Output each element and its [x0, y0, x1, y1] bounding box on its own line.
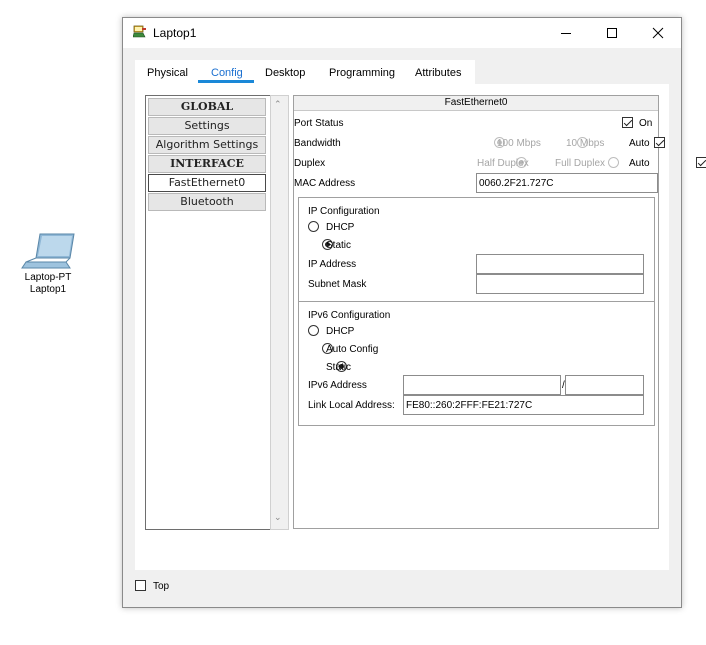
tab-config[interactable]: Config	[211, 67, 243, 79]
duplex-full-radio[interactable]	[608, 157, 620, 168]
port-status-label: Port Status	[294, 118, 344, 129]
tab-desktop[interactable]: Desktop	[265, 67, 305, 79]
duplex-label: Duplex	[294, 158, 326, 169]
port-status-checkbox[interactable]	[622, 117, 633, 128]
sidebar-item-bluetooth[interactable]: Bluetooth	[148, 193, 266, 211]
ip-dhcp-radio[interactable]	[308, 221, 319, 232]
bandwidth-label: Bandwidth	[294, 138, 341, 149]
ip-address-input[interactable]	[476, 254, 644, 274]
bandwidth-100-label: 100 Mbps	[497, 138, 541, 149]
mac-address-label: MAC Address	[294, 178, 356, 189]
tab-programming[interactable]: Programming	[329, 67, 395, 79]
tab-physical[interactable]: Physical	[147, 67, 188, 79]
subnet-mask-label: Subnet Mask	[308, 279, 367, 290]
title-bar[interactable]: Laptop1	[123, 18, 681, 48]
sidebar-item-settings[interactable]: Settings	[148, 117, 266, 135]
ipv6-prefix-input[interactable]	[565, 375, 644, 395]
close-icon	[652, 27, 664, 39]
link-local-address-label: Link Local Address:	[308, 400, 395, 411]
ip-configuration-group: IP Configuration DHCP Static IP Address …	[298, 197, 655, 302]
maximize-icon	[607, 28, 617, 38]
ipv6-dhcp-label: DHCP	[326, 326, 355, 337]
sidebar-header-global: GLOBAL	[148, 98, 266, 116]
duplex-half-label: Half Duplex	[477, 158, 529, 169]
scroll-up-icon[interactable]: ⌃	[274, 99, 282, 110]
close-button[interactable]	[635, 18, 681, 48]
interface-config-pane: FastEthernet0 Port Status On Bandwidth 1…	[293, 95, 706, 529]
top-label: Top	[153, 581, 170, 592]
link-local-address-input[interactable]	[403, 395, 644, 415]
maximize-button[interactable]	[589, 18, 635, 48]
ipv6-config-title: IPv6 Configuration	[308, 310, 391, 321]
scroll-down-icon[interactable]: ⌄	[274, 512, 282, 523]
ip-static-label: Static	[326, 240, 352, 251]
window-title: Laptop1	[153, 26, 197, 40]
mac-address-input[interactable]	[476, 173, 658, 193]
laptop-device[interactable]: Laptop-PT Laptop1	[14, 232, 82, 296]
active-tab-indicator	[198, 80, 254, 83]
ipv6-static-label: Static	[326, 362, 352, 373]
device-type-label: Laptop-PT	[24, 272, 72, 283]
duplex-full-label: Full Duplex	[555, 158, 606, 169]
duplex-auto-label: Auto	[629, 158, 650, 169]
sidebar-header-interface: INTERFACE	[148, 155, 266, 173]
port-status-on-label: On	[639, 118, 653, 129]
bandwidth-auto-checkbox[interactable]	[654, 137, 666, 148]
tab-attributes[interactable]: Attributes	[415, 67, 461, 79]
subnet-mask-input[interactable]	[476, 274, 644, 294]
ipv6-auto-config-label: Auto Config	[326, 344, 379, 355]
bandwidth-10-label: 10 Mbps	[566, 138, 605, 149]
ipv6-configuration-group: IPv6 Configuration DHCP Auto Config Stat…	[298, 301, 655, 426]
ip-dhcp-label: DHCP	[326, 222, 355, 233]
device-config-window: Laptop1 Physical Config Desktop Programm…	[122, 17, 706, 608]
laptop-app-icon	[132, 25, 147, 42]
minimize-icon	[561, 33, 571, 34]
ipv6-dhcp-radio[interactable]	[308, 325, 319, 336]
sidebar-item-fastethernet0[interactable]: FastEthernet0	[148, 174, 266, 192]
ip-address-label: IP Address	[308, 259, 357, 270]
ip-config-title: IP Configuration	[308, 206, 380, 217]
bandwidth-auto-label: Auto	[629, 138, 650, 149]
sidebar-scrollbar[interactable]: ⌃ ⌄	[270, 95, 289, 530]
ipv6-address-label: IPv6 Address	[308, 380, 367, 391]
laptop-icon	[21, 233, 75, 269]
config-sidebar: GLOBAL Settings Algorithm Settings INTER…	[145, 95, 271, 530]
sidebar-item-algorithm-settings[interactable]: Algorithm Settings	[148, 136, 266, 154]
interface-header: FastEthernet0	[294, 96, 658, 111]
tab-bar: Physical Config Desktop Programming Attr…	[135, 60, 475, 84]
minimize-button[interactable]	[543, 18, 589, 48]
device-name-label: Laptop1	[29, 284, 67, 295]
duplex-auto-checkbox[interactable]	[696, 157, 706, 168]
ipv6-address-input[interactable]	[403, 375, 561, 395]
top-checkbox[interactable]	[135, 580, 146, 591]
